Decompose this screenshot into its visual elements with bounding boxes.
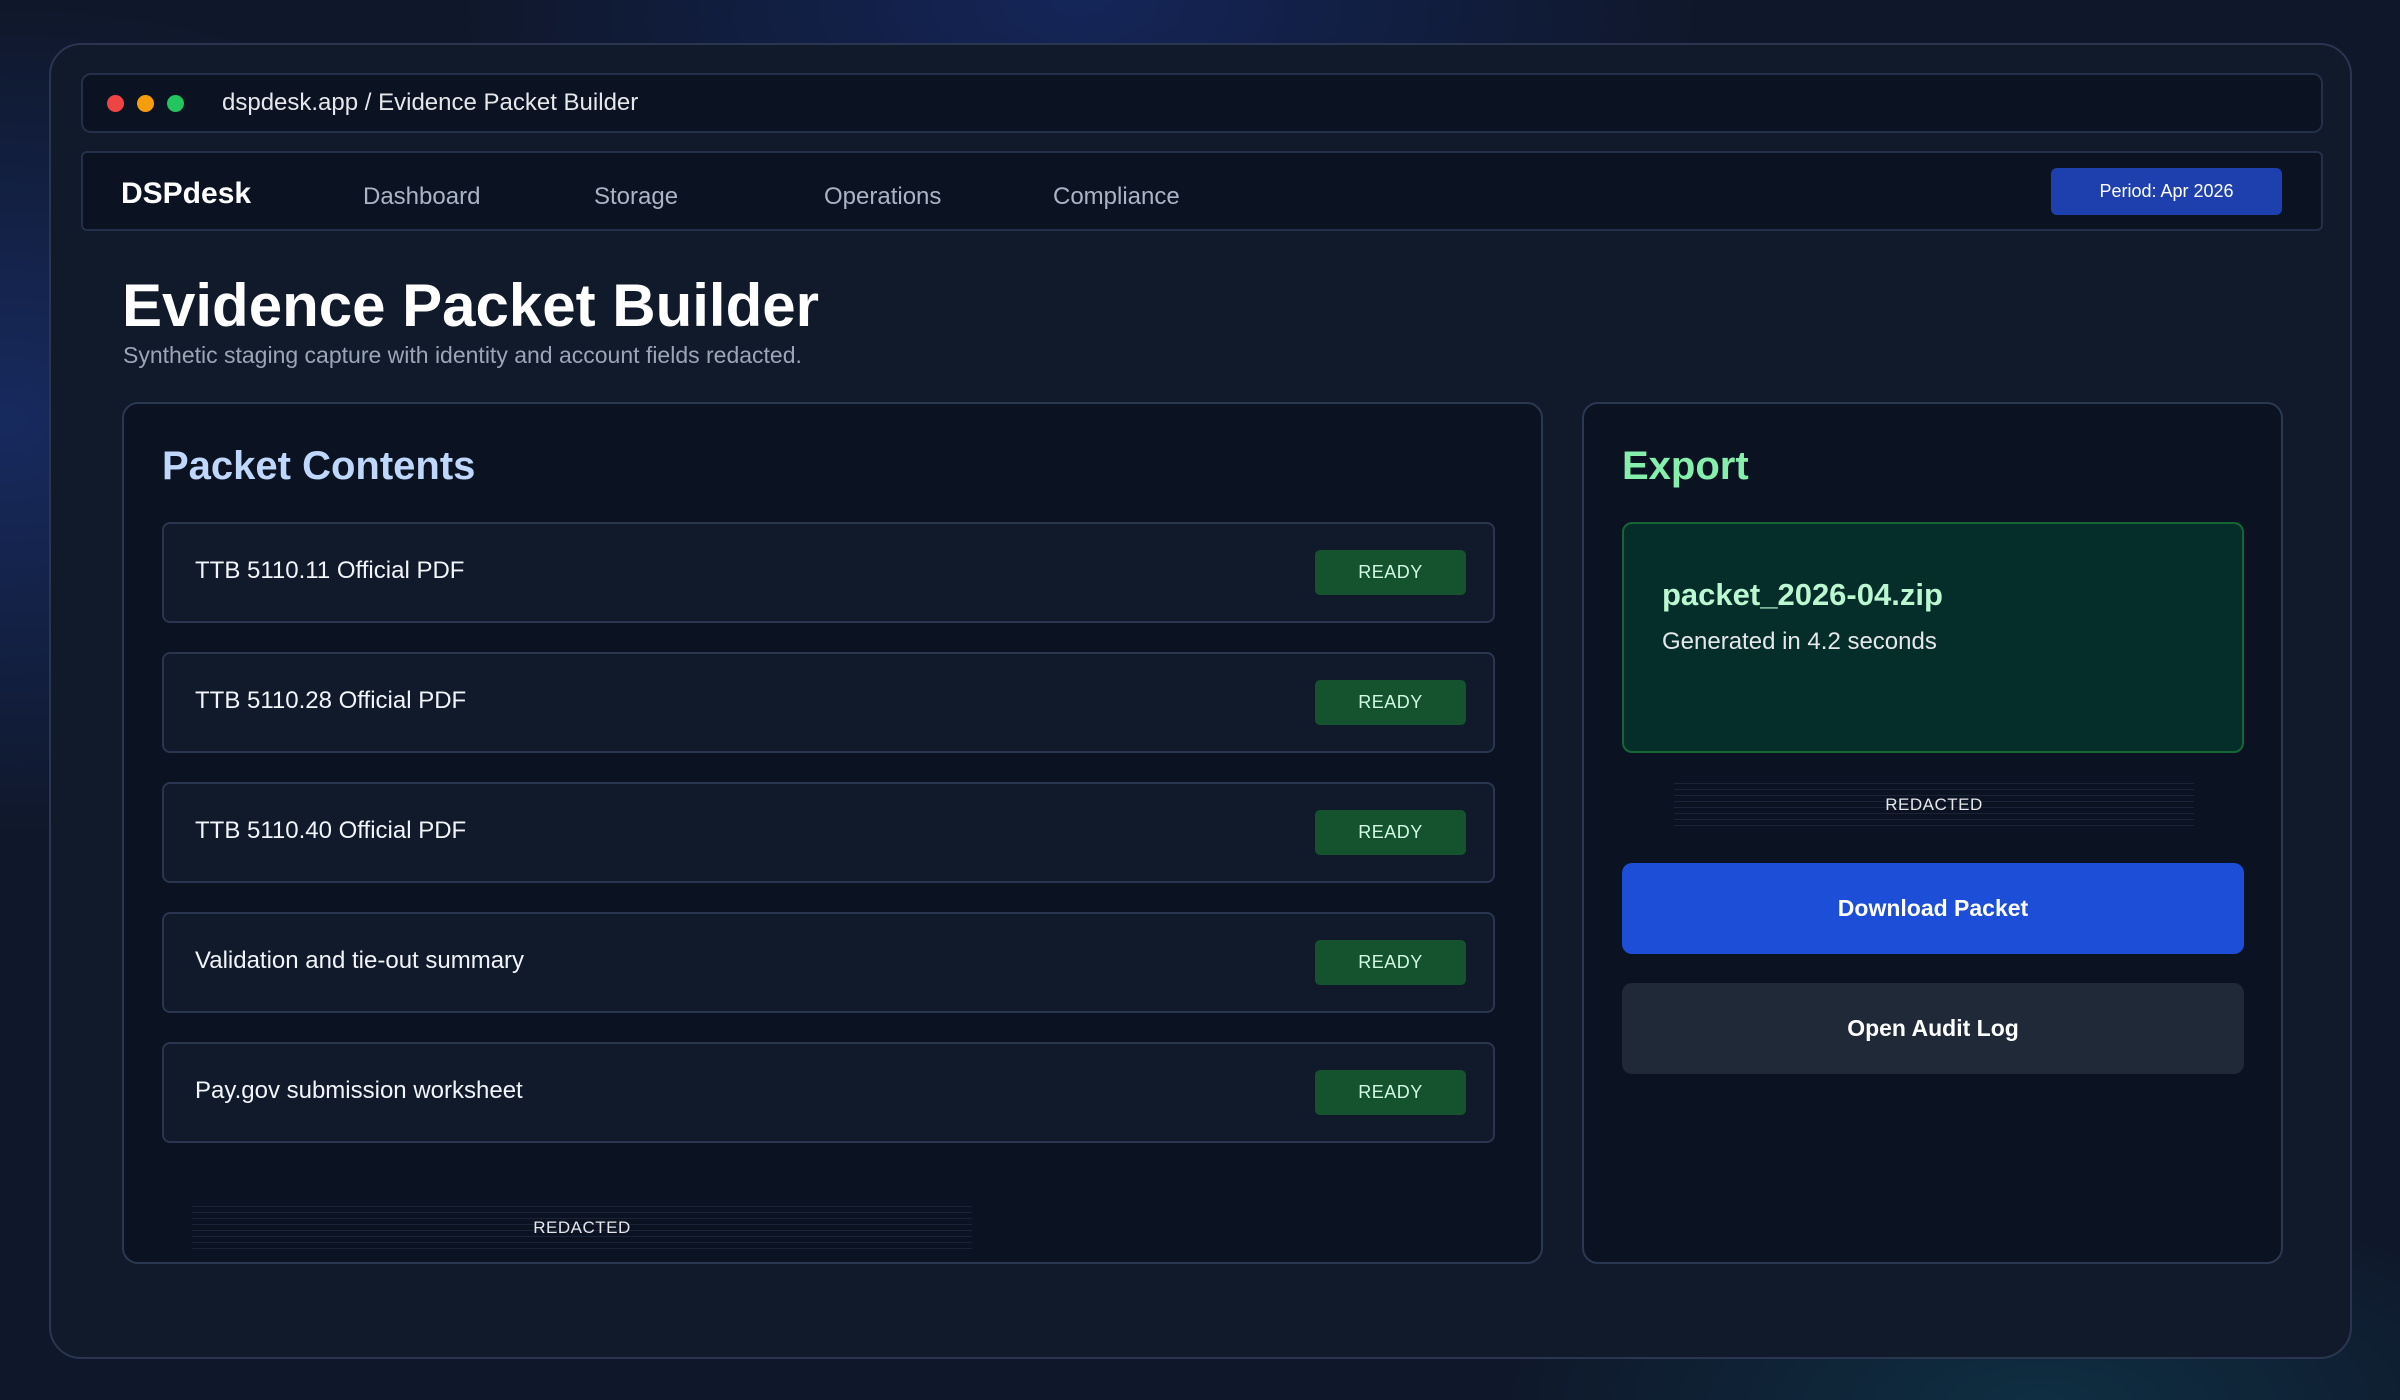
export-file-card: packet_2026-04.zip Generated in 4.2 seco… bbox=[1622, 522, 2244, 753]
ready-badge: READY bbox=[1315, 810, 1466, 855]
ready-badge: READY bbox=[1315, 550, 1466, 595]
export-meta: Generated in 4.2 seconds bbox=[1662, 628, 1937, 655]
packet-item-label: TTB 5110.28 Official PDF bbox=[195, 687, 467, 714]
export-panel: Export packet_2026-04.zip Generated in 4… bbox=[1582, 402, 2283, 1264]
brand-logo[interactable]: DSPdesk bbox=[121, 177, 251, 211]
nav-compliance[interactable]: Compliance bbox=[1053, 183, 1180, 211]
minimize-window-dot[interactable] bbox=[137, 94, 154, 112]
maximize-window-dot[interactable] bbox=[167, 94, 184, 112]
packet-item-label: Pay.gov submission worksheet bbox=[195, 1077, 523, 1104]
nav-storage[interactable]: Storage bbox=[594, 183, 678, 211]
packet-item[interactable]: TTB 5110.40 Official PDF READY bbox=[162, 782, 1495, 883]
ready-badge: READY bbox=[1315, 1070, 1466, 1115]
redacted-block: REDACTED bbox=[1674, 783, 2194, 827]
download-packet-button[interactable]: Download Packet bbox=[1622, 863, 2244, 954]
packet-item[interactable]: Validation and tie-out summary READY bbox=[162, 912, 1495, 1013]
packet-contents-heading: Packet Contents bbox=[162, 444, 476, 488]
close-window-dot[interactable] bbox=[107, 94, 124, 112]
packet-item-label: TTB 5110.11 Official PDF bbox=[195, 557, 465, 584]
redacted-block: REDACTED bbox=[192, 1206, 972, 1250]
browser-title-bar: dspdesk.app / Evidence Packet Builder bbox=[81, 73, 2323, 133]
top-nav: DSPdesk Dashboard Storage Operations Com… bbox=[81, 151, 2323, 231]
address-text: dspdesk.app / Evidence Packet Builder bbox=[222, 89, 639, 116]
app-window: dspdesk.app / Evidence Packet Builder DS… bbox=[49, 43, 2352, 1359]
export-heading: Export bbox=[1622, 444, 1749, 488]
open-audit-log-button[interactable]: Open Audit Log bbox=[1622, 983, 2244, 1074]
packet-item[interactable]: TTB 5110.28 Official PDF READY bbox=[162, 652, 1495, 753]
ready-badge: READY bbox=[1315, 940, 1466, 985]
period-selector[interactable]: Period: Apr 2026 bbox=[2051, 168, 2282, 215]
export-filename: packet_2026-04.zip bbox=[1662, 577, 1943, 612]
packet-item[interactable]: TTB 5110.11 Official PDF READY bbox=[162, 522, 1495, 623]
nav-operations[interactable]: Operations bbox=[824, 183, 941, 211]
packet-item-label: Validation and tie-out summary bbox=[195, 947, 525, 974]
packet-item[interactable]: Pay.gov submission worksheet READY bbox=[162, 1042, 1495, 1143]
ready-badge: READY bbox=[1315, 680, 1466, 725]
packet-contents-panel: Packet Contents TTB 5110.11 Official PDF… bbox=[122, 402, 1543, 1264]
packet-item-label: TTB 5110.40 Official PDF bbox=[195, 817, 467, 844]
page-title: Evidence Packet Builder bbox=[122, 272, 819, 339]
nav-dashboard[interactable]: Dashboard bbox=[363, 183, 480, 211]
page-subtitle: Synthetic staging capture with identity … bbox=[123, 342, 802, 368]
